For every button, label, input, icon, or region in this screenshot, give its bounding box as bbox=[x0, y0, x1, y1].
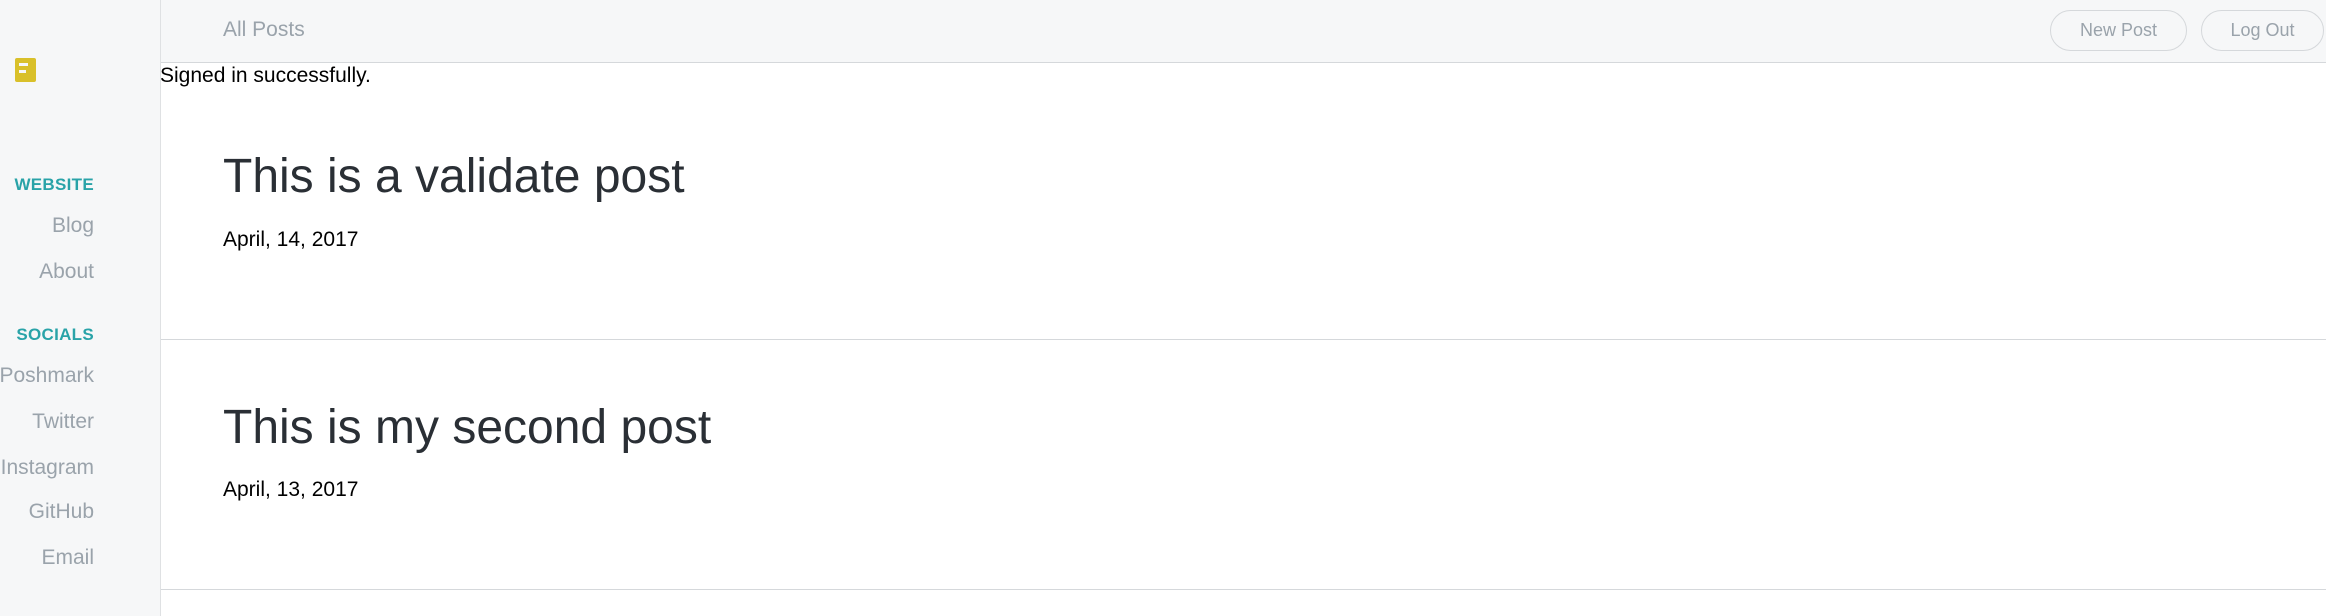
sidebar-link-blog[interactable]: Blog bbox=[52, 214, 94, 238]
top-bar: All Posts New Post Log Out bbox=[161, 0, 2326, 63]
sidebar-heading-socials: SOCIALS bbox=[16, 325, 94, 344]
all-posts-link[interactable]: All Posts bbox=[223, 18, 305, 42]
sidebar-link-email[interactable]: Email bbox=[41, 546, 94, 570]
sidebar-link-github[interactable]: GitHub bbox=[29, 500, 94, 524]
sidebar-link-poshmark[interactable]: Poshmark bbox=[0, 364, 94, 388]
new-post-button[interactable]: New Post bbox=[2050, 10, 2187, 51]
post-date: April, 14, 2017 bbox=[223, 228, 359, 251]
post-item: This is a validate post April, 14, 2017 bbox=[161, 64, 2326, 340]
post-date: April, 13, 2017 bbox=[223, 478, 359, 501]
sidebar-link-twitter[interactable]: Twitter bbox=[32, 410, 94, 434]
sidebar: WEBSITE Blog About SOCIALS Poshmark Twit… bbox=[0, 0, 161, 616]
post-title[interactable]: This is my second post bbox=[223, 400, 711, 455]
post-title[interactable]: This is a validate post bbox=[223, 149, 685, 204]
sidebar-heading-website: WEBSITE bbox=[14, 175, 94, 194]
sidebar-link-instagram[interactable]: Instagram bbox=[1, 456, 94, 480]
log-out-button[interactable]: Log Out bbox=[2201, 10, 2324, 51]
post-item: This is my second post April, 13, 2017 bbox=[161, 340, 2326, 590]
logo-icon[interactable] bbox=[15, 58, 36, 82]
sidebar-link-about[interactable]: About bbox=[39, 260, 94, 284]
